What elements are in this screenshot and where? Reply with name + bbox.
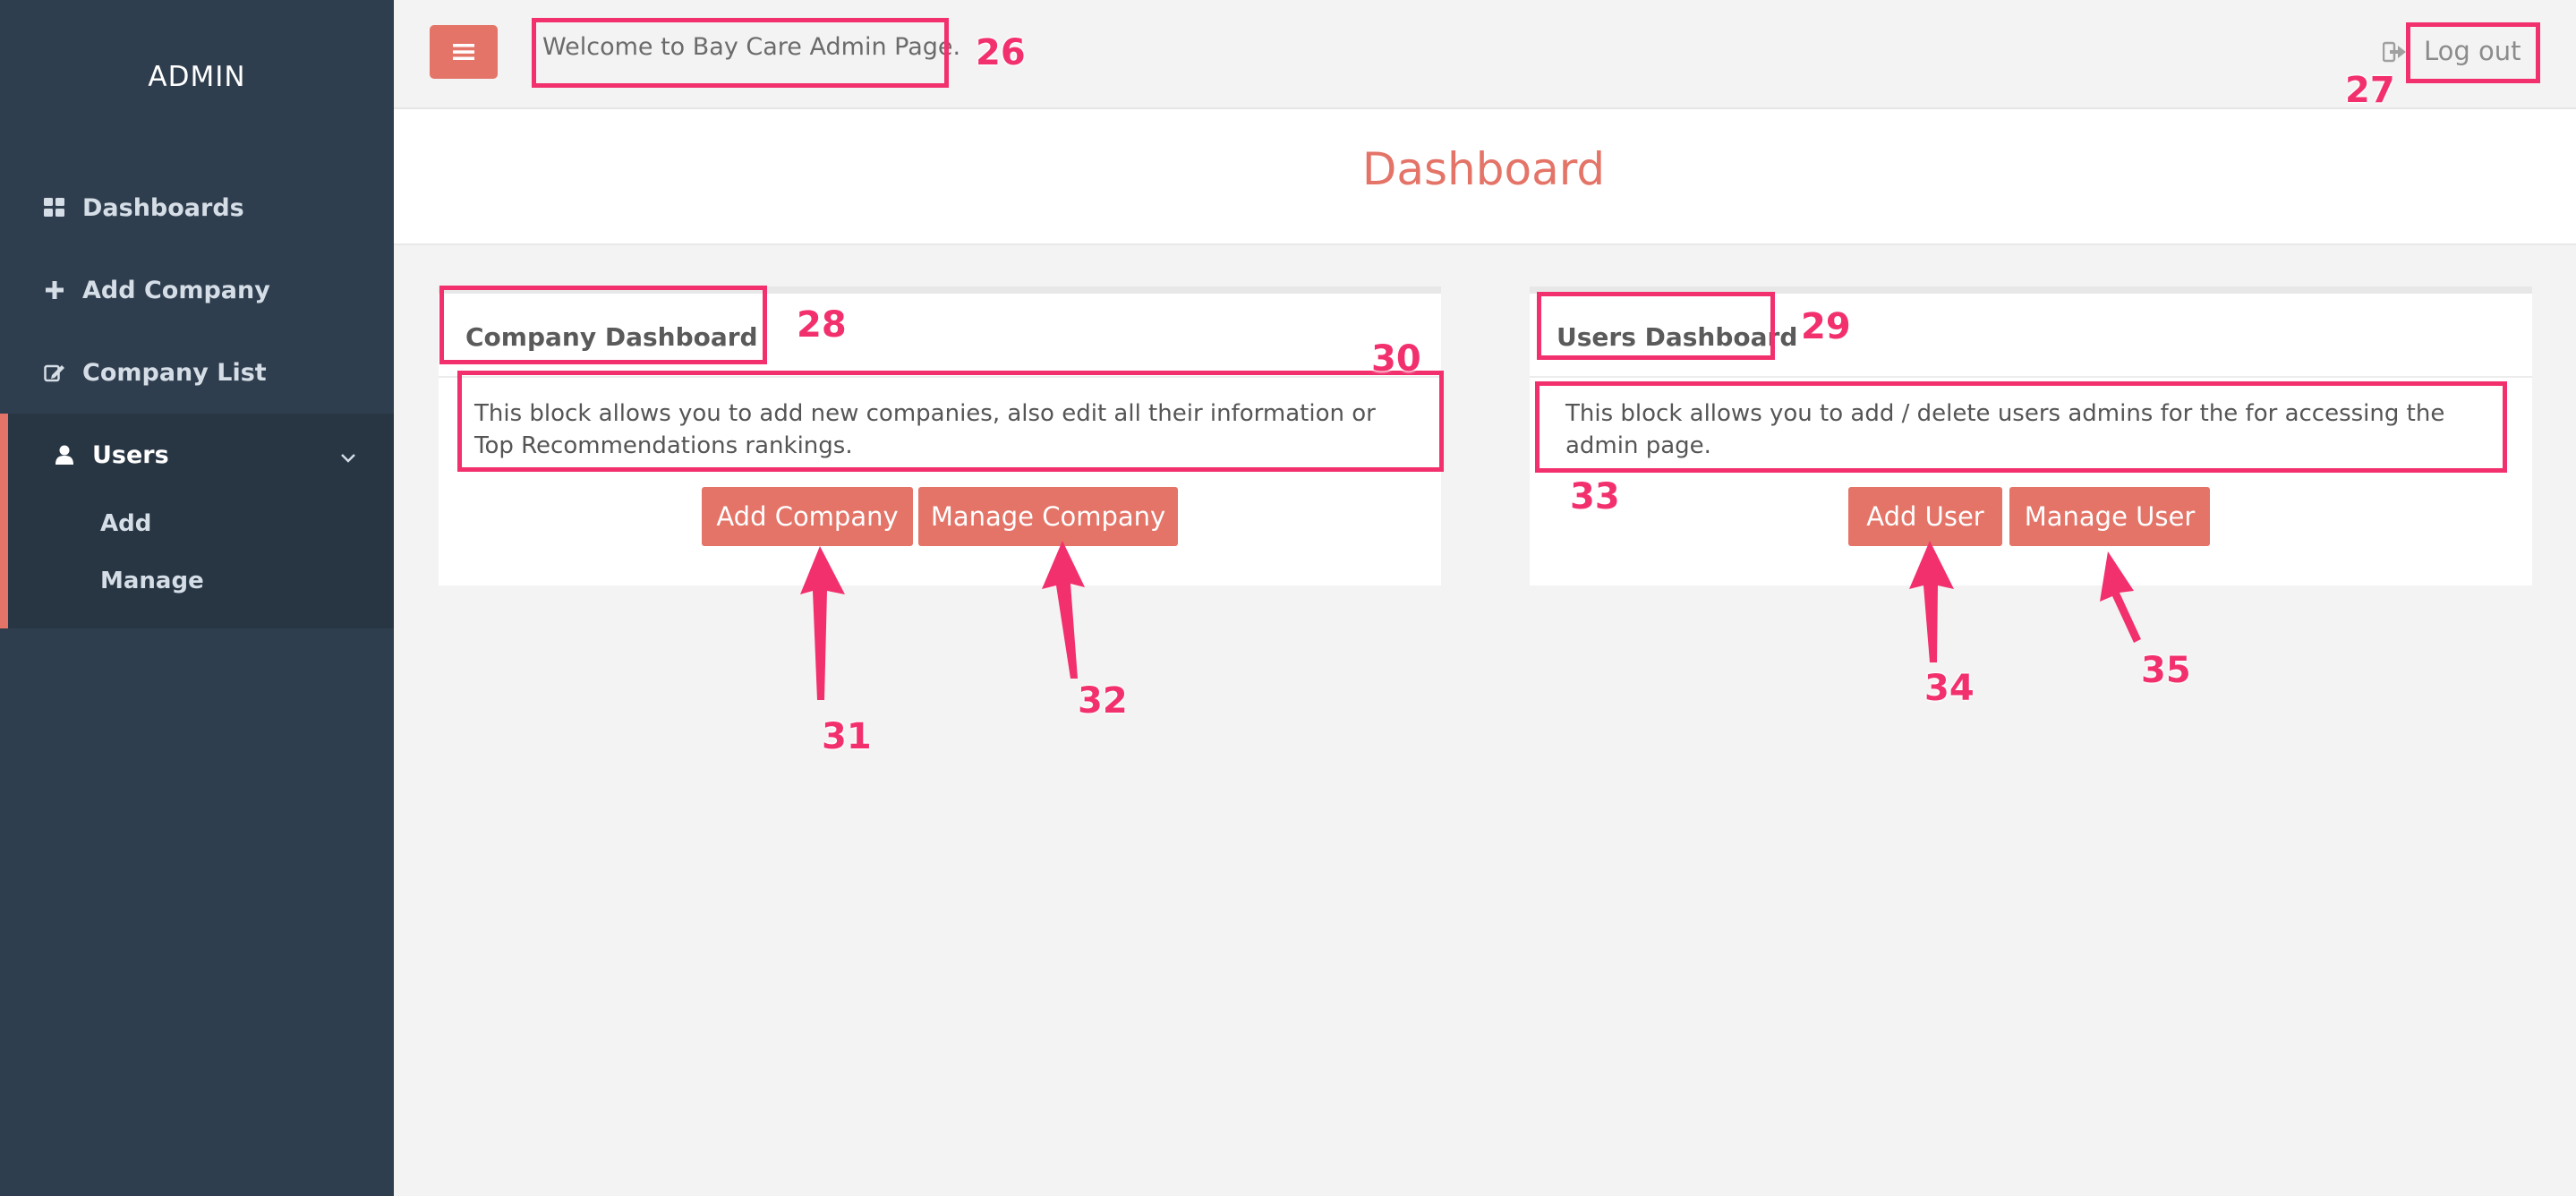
annotation-arrows: [800, 541, 2141, 700]
arrow-icon: [2100, 551, 2141, 643]
arrow-icon: [800, 546, 845, 700]
arrow-icon: [1042, 541, 1085, 679]
arrow-icon: [1909, 541, 1954, 662]
